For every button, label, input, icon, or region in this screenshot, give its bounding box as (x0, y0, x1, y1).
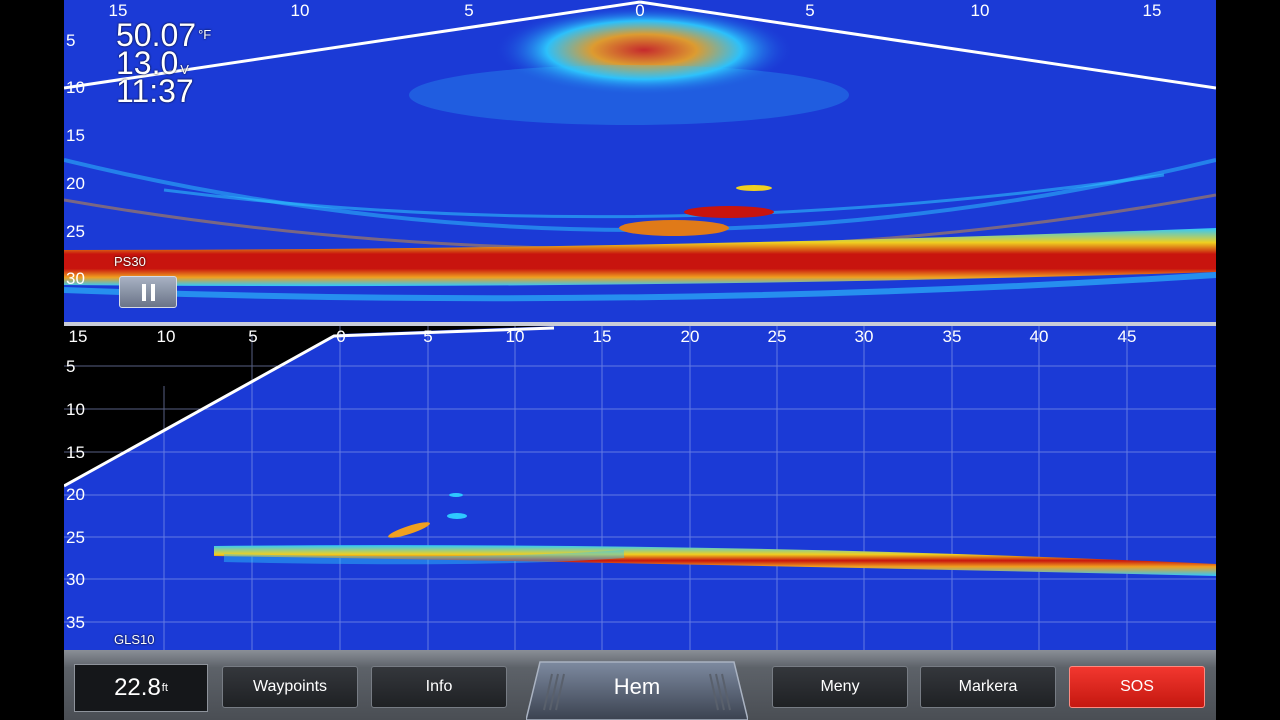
bottom-x-tick: 5 (248, 327, 257, 346)
waypoints-button[interactable]: Waypoints (222, 666, 358, 708)
bottom-x-tick: 10 (506, 327, 525, 346)
bottom-source-label: GLS10 (114, 632, 155, 647)
pause-icon (151, 284, 155, 301)
bottom-x-tick: 5 (423, 327, 432, 346)
bottom-x-tick: 35 (943, 327, 962, 346)
top-y-tick: 25 (66, 222, 85, 241)
bottom-y-tick: 5 (66, 357, 75, 376)
bottom-x-tick: 25 (768, 327, 787, 346)
bottom-x-tick: 15 (593, 327, 612, 346)
top-x-tick: 15 (1143, 1, 1162, 20)
top-y-tick: 5 (66, 31, 75, 50)
sonar-screen: 15 10 5 0 5 10 15 5 10 15 20 25 30 50.07… (64, 0, 1216, 720)
bottom-x-tick: 40 (1030, 327, 1049, 346)
top-x-tick: 5 (464, 1, 473, 20)
top-y-tick: 15 (66, 126, 85, 145)
bottom-sonar-pane[interactable]: 15 10 5 0 5 10 15 20 25 30 35 40 45 5 10… (64, 326, 1216, 650)
menu-button[interactable]: Meny (772, 666, 908, 708)
bottom-x-tick: 30 (855, 327, 874, 346)
bottom-x-tick: 15 (69, 327, 88, 346)
bottom-x-tick: 0 (336, 327, 345, 346)
depth-unit: ft (161, 682, 168, 694)
bottom-sonar-image: 15 10 5 0 5 10 15 20 25 30 35 40 45 5 10… (64, 326, 1216, 650)
bottom-x-tick: 20 (681, 327, 700, 346)
top-source-label: PS30 (114, 254, 146, 269)
water-temp-unit: °F (198, 27, 212, 42)
top-sonar-image: 15 10 5 0 5 10 15 5 10 15 20 25 30 (64, 0, 1216, 322)
top-x-tick: 10 (291, 1, 310, 20)
bottom-x-tick: 45 (1118, 327, 1137, 346)
sos-button[interactable]: SOS (1069, 666, 1205, 708)
mark-button[interactable]: Markera (920, 666, 1056, 708)
bottom-y-tick: 15 (66, 443, 85, 462)
clock-readout: 11:37 (116, 73, 194, 109)
bottom-y-tick: 30 (66, 570, 85, 589)
depth-readout[interactable]: 22.8 ft (74, 664, 208, 712)
top-sonar-pane[interactable]: 15 10 5 0 5 10 15 5 10 15 20 25 30 50.07… (64, 0, 1216, 322)
bottom-toolbar: 22.8 ft Waypoints Info Hem Meny Markera S… (64, 650, 1216, 720)
pause-icon (142, 284, 146, 301)
top-x-tick: 10 (971, 1, 990, 20)
home-tab-label: Hem (613, 674, 661, 699)
top-y-tick: 30 (66, 269, 85, 288)
info-button[interactable]: Info (371, 666, 507, 708)
top-x-tick: 5 (805, 1, 814, 20)
top-y-tick: 10 (66, 78, 85, 97)
bottom-y-tick: 10 (66, 400, 85, 419)
depth-value: 22.8 (114, 674, 161, 701)
pause-button[interactable] (119, 276, 177, 308)
bottom-y-tick: 20 (66, 485, 85, 504)
top-y-tick: 20 (66, 174, 85, 193)
top-x-tick: 0 (635, 1, 644, 20)
bottom-x-tick: 10 (157, 327, 176, 346)
bottom-y-tick: 35 (66, 613, 85, 632)
bottom-y-tick: 25 (66, 528, 85, 547)
